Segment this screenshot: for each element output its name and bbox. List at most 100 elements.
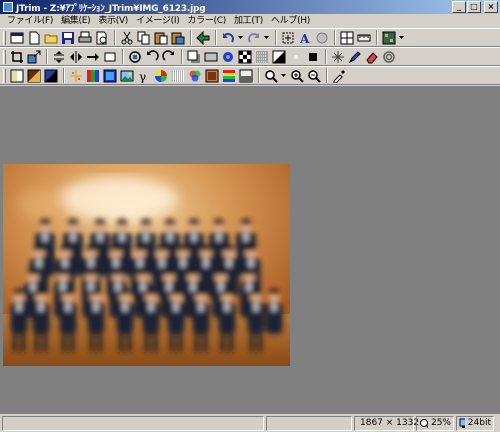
toolbar-separator bbox=[275, 30, 277, 45]
undo-icon[interactable] bbox=[220, 30, 236, 46]
gamma-curve-icon[interactable]: γ bbox=[136, 68, 152, 84]
send-icon[interactable] bbox=[195, 30, 211, 46]
hue-icon[interactable] bbox=[153, 68, 169, 84]
window-controls: _ □ × bbox=[452, 1, 498, 13]
toolbar-separator bbox=[215, 30, 217, 45]
magnifier-icon bbox=[420, 418, 428, 428]
mosaic-dropdown-icon[interactable] bbox=[398, 30, 405, 46]
paste-new-icon[interactable] bbox=[170, 30, 186, 46]
checker-icon[interactable] bbox=[237, 49, 253, 65]
toolbar-grip[interactable] bbox=[3, 49, 6, 64]
status-dimensions: 1867 × 1332 bbox=[360, 418, 420, 428]
sepia-icon[interactable] bbox=[204, 68, 220, 84]
toolbar-color: γ bbox=[0, 66, 500, 85]
monitor-icon bbox=[459, 418, 465, 428]
minimize-button[interactable]: _ bbox=[452, 1, 466, 13]
menu-bar: ファイル(F) 編集(E) 表示(V) イメージ(I) カラー(C) 加工(T)… bbox=[0, 14, 500, 28]
resize-icon[interactable] bbox=[26, 49, 42, 65]
undo-dropdown-icon[interactable] bbox=[237, 30, 244, 46]
border-icon[interactable] bbox=[203, 49, 219, 65]
print-icon[interactable] bbox=[77, 30, 93, 46]
rgb-icon[interactable] bbox=[187, 68, 203, 84]
open-folder-icon[interactable] bbox=[43, 30, 59, 46]
app-icon[interactable] bbox=[3, 2, 13, 12]
copy-icon[interactable] bbox=[136, 30, 152, 46]
menu-color[interactable]: カラー(C) bbox=[183, 14, 230, 28]
capture-icon[interactable] bbox=[9, 30, 25, 46]
levels-icon[interactable] bbox=[43, 68, 59, 84]
sharpen-icon[interactable] bbox=[330, 49, 346, 65]
toolbar-grip[interactable] bbox=[3, 30, 6, 45]
menu-view[interactable]: 表示(V) bbox=[94, 14, 132, 28]
status-zoom-pane: 25% bbox=[416, 415, 454, 431]
print-preview-icon[interactable] bbox=[94, 30, 110, 46]
blur-icon[interactable] bbox=[288, 49, 304, 65]
status-bar: 1867 × 1332 25% 24bit bbox=[0, 414, 500, 432]
sparkle-icon[interactable] bbox=[68, 68, 84, 84]
mosaic-icon[interactable] bbox=[381, 30, 397, 46]
close-button[interactable]: × bbox=[484, 1, 498, 13]
cut-icon[interactable] bbox=[119, 30, 135, 46]
gamma-icon[interactable] bbox=[26, 68, 42, 84]
new-file-icon[interactable] bbox=[26, 30, 42, 46]
redo-icon[interactable] bbox=[246, 30, 262, 46]
frame-icon[interactable] bbox=[102, 49, 118, 65]
window-title: JTrim - Z:¥ｱﾌﾟﾘｹｰｼｮﾝ_JTrim¥IMG_6123.jpg bbox=[16, 4, 206, 14]
toolbar-separator bbox=[376, 30, 378, 45]
svg-text:A: A bbox=[299, 32, 310, 45]
circle-select-icon[interactable] bbox=[314, 30, 330, 46]
negative-icon[interactable] bbox=[305, 49, 321, 65]
dither-icon[interactable] bbox=[170, 68, 186, 84]
status-message-pane bbox=[2, 415, 264, 431]
color-balance-icon[interactable] bbox=[85, 68, 101, 84]
toolbar-separator bbox=[190, 30, 192, 45]
swirl-icon[interactable] bbox=[381, 49, 397, 65]
rotate-free-icon[interactable] bbox=[127, 49, 143, 65]
zoom-out-icon[interactable] bbox=[306, 68, 322, 84]
pen-icon[interactable] bbox=[347, 49, 363, 65]
toolbar-grip[interactable] bbox=[3, 68, 6, 83]
menu-help[interactable]: ヘルプ(H) bbox=[267, 14, 314, 28]
zoom-icon[interactable] bbox=[263, 68, 279, 84]
trim-icon[interactable] bbox=[9, 49, 25, 65]
toolbar-separator bbox=[46, 49, 48, 64]
picture-icon[interactable] bbox=[119, 68, 135, 84]
noise-icon[interactable] bbox=[254, 49, 270, 65]
zoom-dropdown-icon[interactable] bbox=[280, 68, 287, 84]
brightness-icon[interactable] bbox=[9, 68, 25, 84]
move-right-icon[interactable] bbox=[85, 49, 101, 65]
ruler-icon[interactable] bbox=[356, 30, 372, 46]
redo-dropdown-icon[interactable] bbox=[263, 30, 270, 46]
toolbar-separator bbox=[181, 49, 183, 64]
crop-icon[interactable] bbox=[280, 30, 296, 46]
eyedropper-icon[interactable] bbox=[331, 68, 347, 84]
grid-icon[interactable] bbox=[339, 30, 355, 46]
grayscale-icon[interactable] bbox=[238, 68, 254, 84]
menu-process[interactable]: 加工(T) bbox=[230, 14, 267, 28]
rotate-left-icon[interactable] bbox=[144, 49, 160, 65]
menu-image[interactable]: イメージ(I) bbox=[132, 14, 183, 28]
menu-edit[interactable]: 編集(E) bbox=[57, 14, 94, 28]
contrast-icon[interactable] bbox=[271, 49, 287, 65]
toolbar-image bbox=[0, 47, 500, 66]
maximize-button[interactable]: □ bbox=[467, 1, 481, 13]
svg-text:γ: γ bbox=[139, 70, 146, 83]
shadow-icon[interactable] bbox=[186, 49, 202, 65]
status-zoom: 25% bbox=[430, 418, 451, 428]
vignette-icon[interactable] bbox=[220, 49, 236, 65]
palette-icon[interactable] bbox=[221, 68, 237, 84]
text-icon[interactable]: A bbox=[297, 30, 313, 46]
menu-file[interactable]: ファイル(F) bbox=[3, 14, 57, 28]
toolbar-separator bbox=[114, 30, 116, 45]
eraser-icon[interactable] bbox=[364, 49, 380, 65]
zoom-in-icon[interactable] bbox=[289, 68, 305, 84]
rotate-right-icon[interactable] bbox=[161, 49, 177, 65]
toolbar-separator bbox=[325, 49, 327, 64]
flip-vertical-icon[interactable] bbox=[51, 49, 67, 65]
flip-horizontal-icon[interactable] bbox=[68, 49, 84, 65]
save-icon[interactable] bbox=[60, 30, 76, 46]
saturation-icon[interactable] bbox=[102, 68, 118, 84]
title-bar: JTrim - Z:¥ｱﾌﾟﾘｹｰｼｮﾝ_JTrim¥IMG_6123.jpg … bbox=[0, 0, 500, 14]
paste-icon[interactable] bbox=[153, 30, 169, 46]
canvas-area[interactable] bbox=[0, 86, 500, 414]
